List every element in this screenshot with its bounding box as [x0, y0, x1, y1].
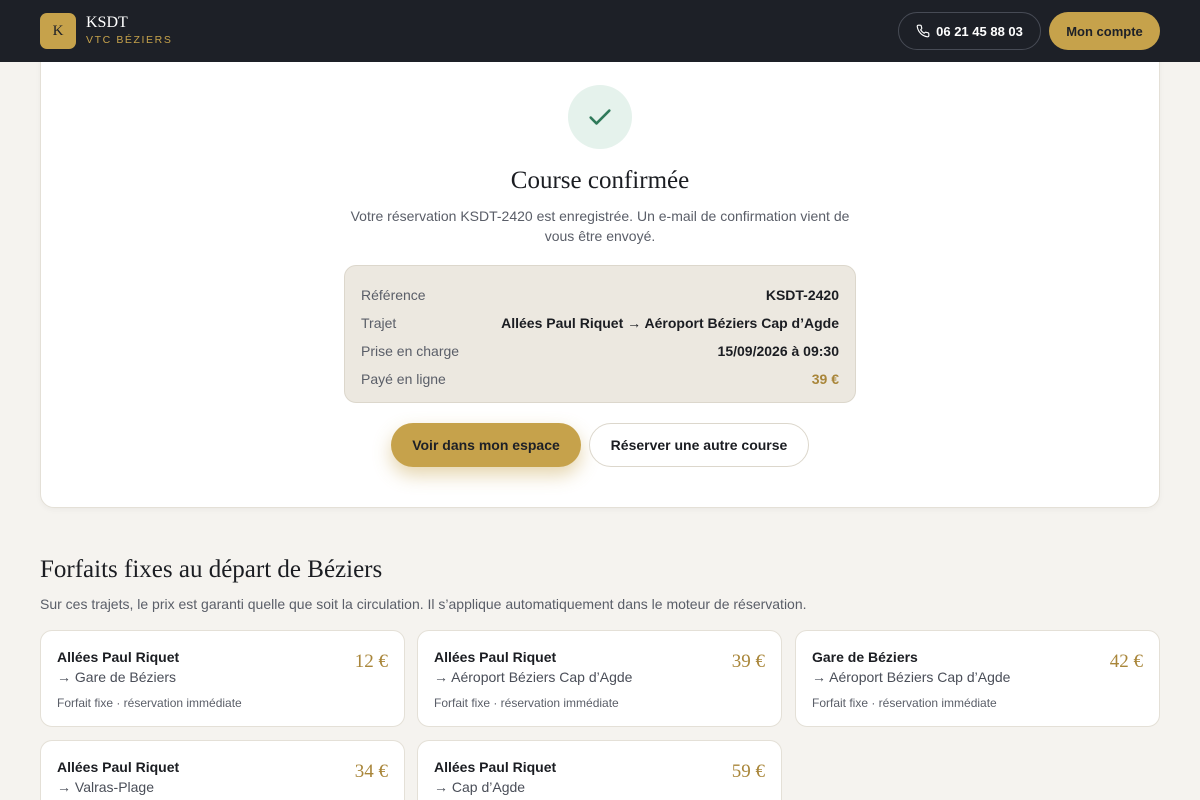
- forfait-destination: → Gare de Béziers: [57, 669, 177, 685]
- summary-value: KSDT-2420: [765, 287, 839, 303]
- phone-icon: [916, 24, 930, 38]
- forfaits-title: Forfaits fixes au départ de Béziers: [40, 556, 383, 583]
- brand-tagline: VTC BÉZIERS: [86, 34, 173, 46]
- top-navigation-bar: K KSDT VTC BÉZIERS 06 21 45 88 03 Mon co…: [0, 0, 1200, 62]
- forfait-price: 12 €: [354, 651, 388, 672]
- forfaits-subtitle: Sur ces trajets, le prix est garanti que…: [40, 596, 807, 612]
- forfait-price: 42 €: [1109, 651, 1143, 672]
- summary-label: Prise en charge: [361, 343, 460, 359]
- forfait-destination: → Cap d’Agde: [434, 779, 526, 795]
- forfait-destination: → Aéroport Béziers Cap d’Agde: [812, 669, 1011, 685]
- account-button[interactable]: Mon compte: [1049, 12, 1160, 50]
- summary-value: Allées Paul Riquet → Aéroport Béziers Ca…: [501, 315, 839, 331]
- logo-badge[interactable]: K: [40, 13, 76, 49]
- confirmation-message: Votre réservation KSDT-2420 est enregist…: [350, 208, 850, 244]
- forfait-price: 34 €: [354, 761, 388, 782]
- phone-number: 06 21 45 88 03: [936, 23, 1023, 39]
- summary-row-route: Trajet Allées Paul Riquet → Aéroport Béz…: [361, 309, 839, 337]
- forfait-meta: Forfait fixe · réservation immédiate: [812, 696, 997, 710]
- brand-name[interactable]: KSDT: [86, 14, 128, 32]
- forfait-card[interactable]: Allées Paul Riquet → Cap d’Agde 59 €: [417, 740, 782, 800]
- forfait-card[interactable]: Gare de Béziers → Aéroport Béziers Cap d…: [795, 630, 1160, 727]
- summary-row-paid: Payé en ligne 39 €: [361, 365, 839, 393]
- forfait-card[interactable]: Allées Paul Riquet → Valras-Plage 34 €: [40, 740, 405, 800]
- forfait-origin: Allées Paul Riquet: [57, 649, 180, 665]
- forfait-card[interactable]: Allées Paul Riquet → Gare de Béziers For…: [40, 630, 405, 727]
- forfait-card[interactable]: Allées Paul Riquet → Aéroport Béziers Ca…: [417, 630, 782, 727]
- forfait-origin: Gare de Béziers: [812, 649, 918, 665]
- summary-row-pickup: Prise en charge 15/09/2026 à 09:30: [361, 337, 839, 365]
- forfait-origin: Allées Paul Riquet: [434, 759, 557, 775]
- forfait-price: 39 €: [731, 651, 765, 672]
- forfait-destination: → Aéroport Béziers Cap d’Agde: [434, 669, 633, 685]
- summary-label: Référence: [361, 287, 426, 303]
- confirmation-title: Course confirmée: [510, 167, 690, 194]
- logo-letter: K: [52, 22, 64, 39]
- forfait-destination: → Valras-Plage: [57, 779, 155, 795]
- summary-label: Payé en ligne: [361, 371, 446, 387]
- success-badge: [568, 85, 632, 149]
- summary-label: Trajet: [361, 315, 397, 331]
- booking-summary: Référence KSDT-2420 Trajet Allées Paul R…: [344, 265, 856, 403]
- forfait-meta: Forfait fixe · réservation immédiate: [57, 696, 242, 710]
- forfait-origin: Allées Paul Riquet: [434, 649, 557, 665]
- summary-row-reference: Référence KSDT-2420: [361, 281, 839, 309]
- forfait-origin: Allées Paul Riquet: [57, 759, 180, 775]
- summary-value: 15/09/2026 à 09:30: [717, 343, 839, 359]
- forfait-meta: Forfait fixe · réservation immédiate: [434, 696, 619, 710]
- forfait-price: 59 €: [731, 761, 765, 782]
- check-icon: [589, 109, 611, 125]
- view-in-my-space-button[interactable]: Voir dans mon espace: [391, 423, 581, 467]
- book-another-ride-button[interactable]: Réserver une autre course: [589, 423, 809, 467]
- summary-value-price: 39 €: [811, 371, 839, 387]
- phone-button[interactable]: 06 21 45 88 03: [898, 12, 1041, 50]
